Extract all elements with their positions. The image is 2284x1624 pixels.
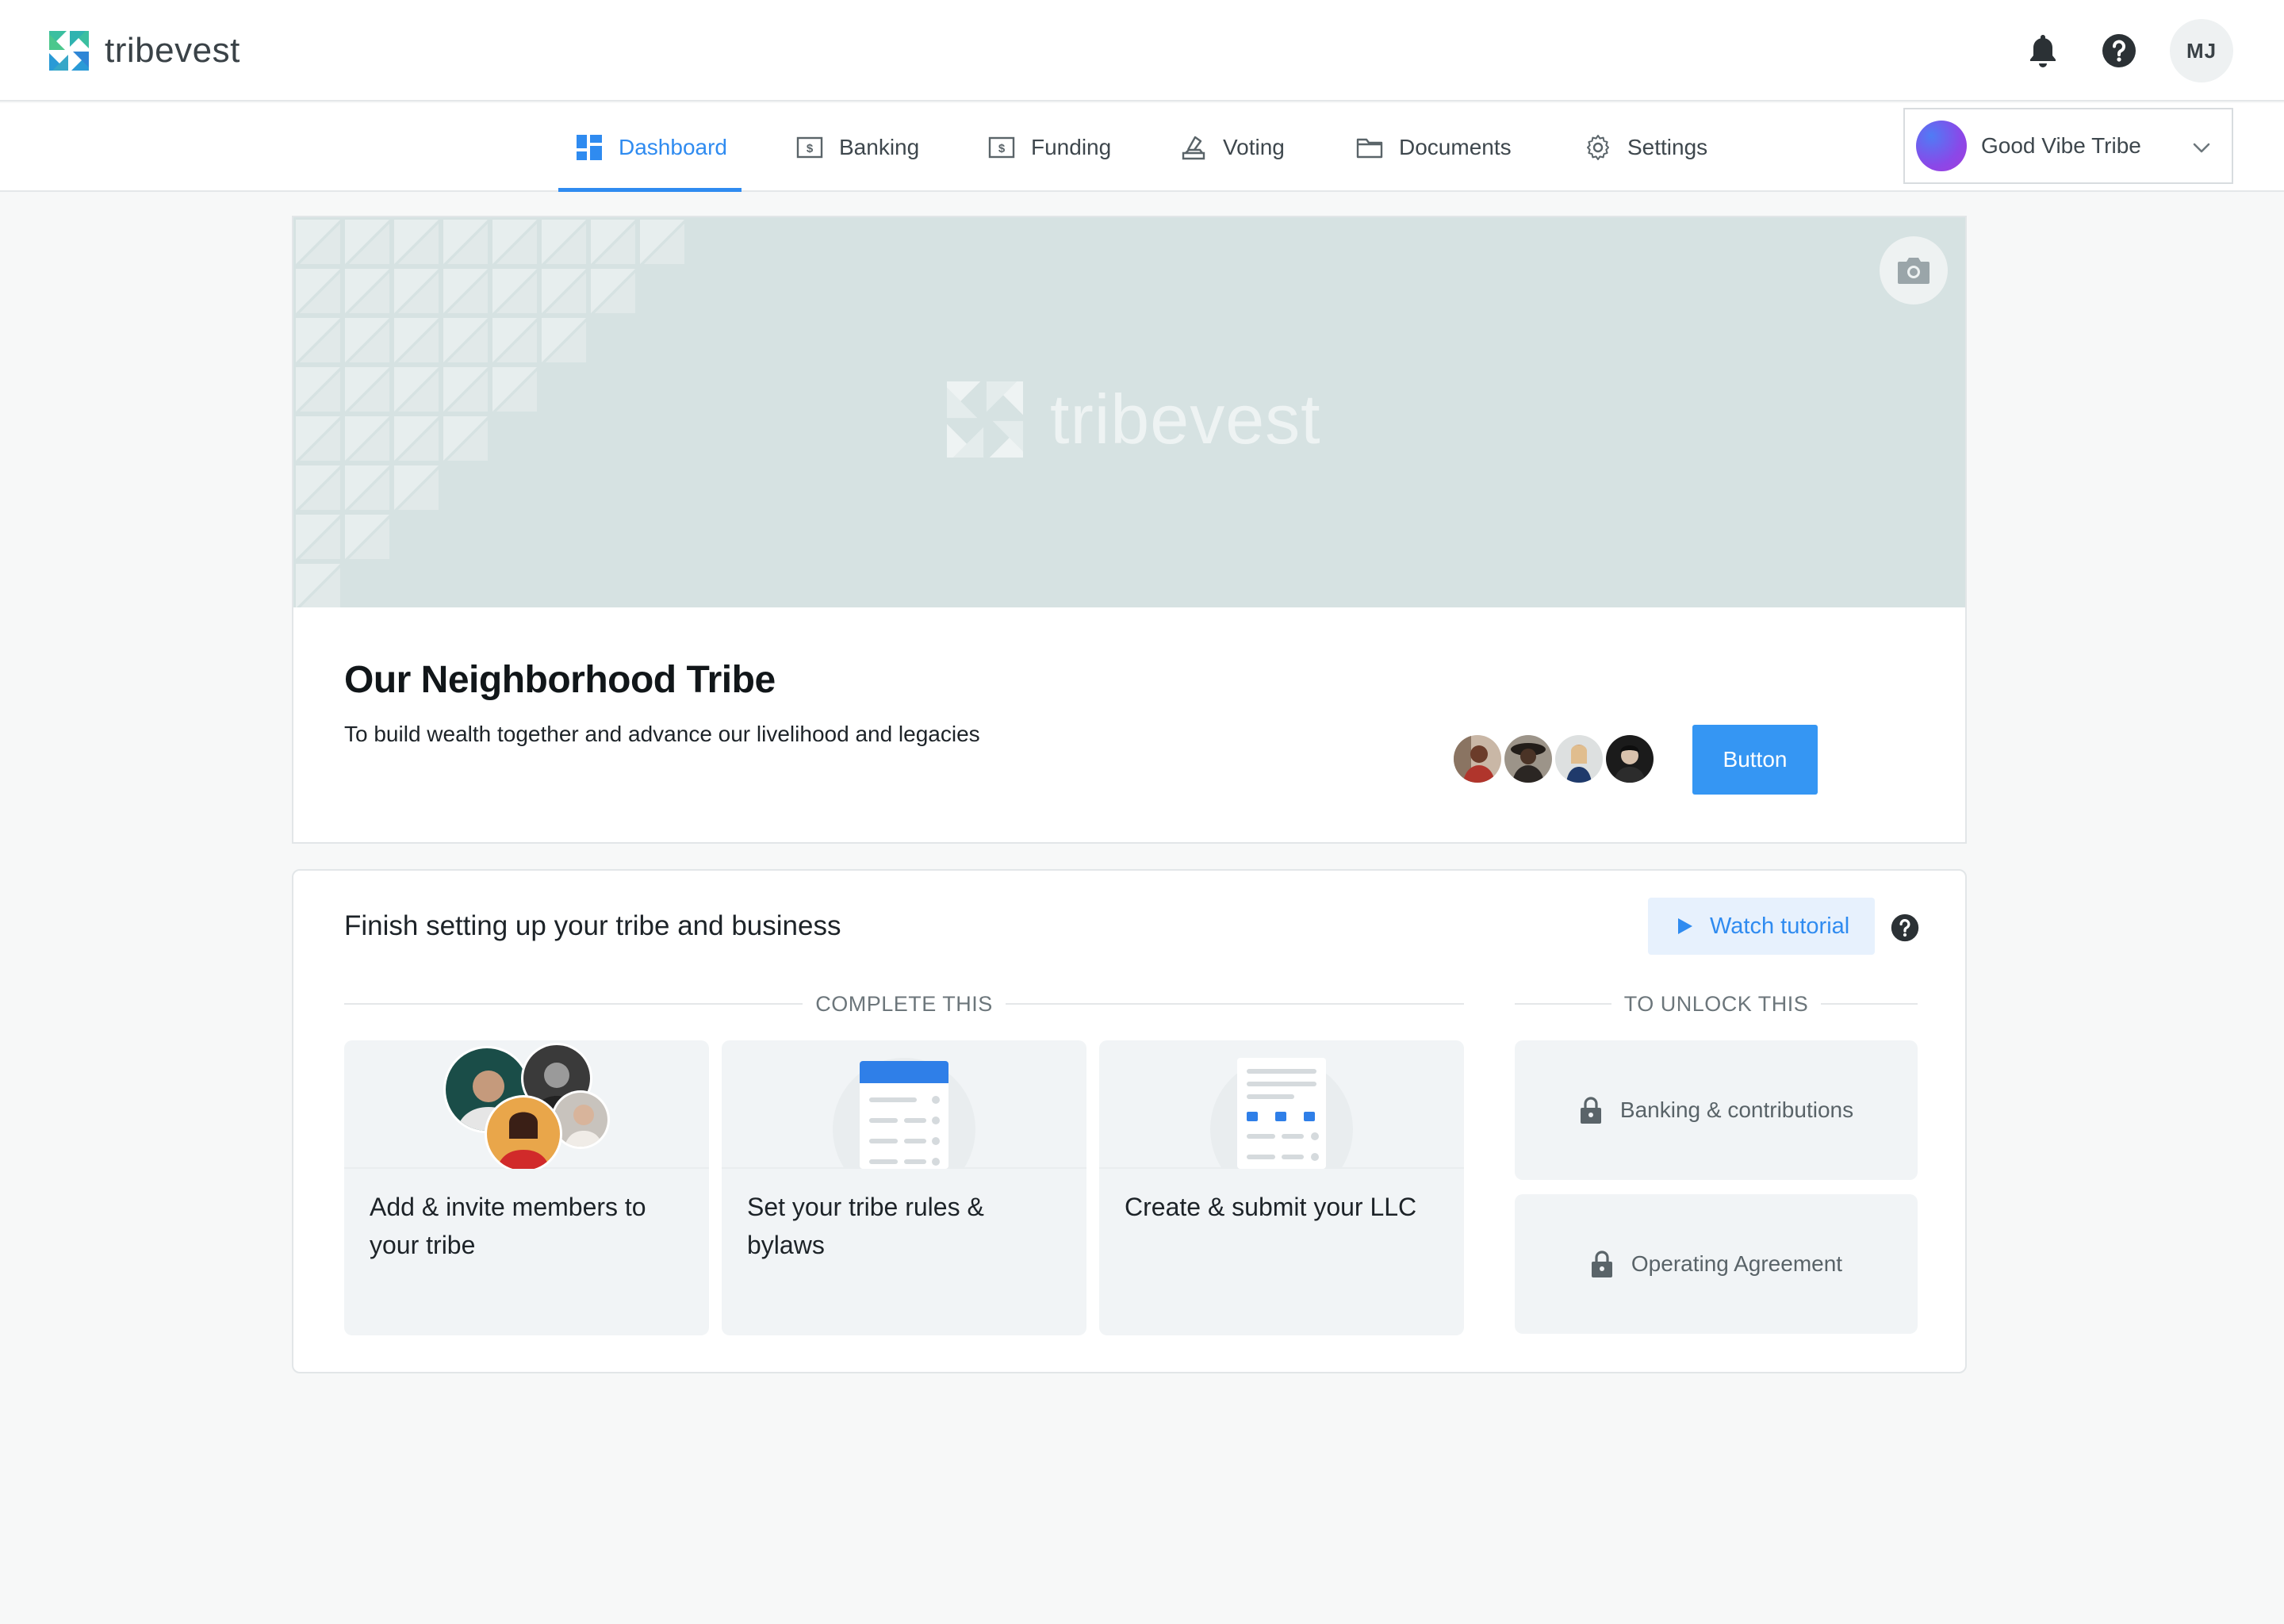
locked-label: Banking & contributions [1619, 1097, 1854, 1122]
tab-banking[interactable]: $ Banking [796, 103, 919, 192]
user-avatar[interactable]: MJ [2170, 19, 2233, 82]
avatar [1502, 733, 1554, 785]
tab-banking-label: Banking [839, 135, 920, 159]
task-invite-members[interactable]: Add & invite members to your tribe [344, 1040, 709, 1335]
camera-icon [1898, 258, 1930, 284]
tab-documents[interactable]: Documents [1356, 103, 1512, 192]
tribe-hero-card: tribevest Our Neighborhood Tribe To buil… [292, 216, 1967, 844]
task-tribe-rules[interactable]: Set your tribe rules & bylaws [722, 1040, 1086, 1335]
change-cover-button[interactable] [1880, 236, 1948, 304]
tab-funding[interactable]: $ Funding [988, 103, 1111, 192]
user-initials: MJ [2186, 38, 2217, 63]
members-illustration [344, 1043, 709, 1169]
brand-name: tribevest [105, 31, 240, 70]
locked-label: Operating Agreement [1631, 1251, 1843, 1276]
tribe-avatar [1916, 121, 1967, 171]
notifications-button[interactable] [2024, 32, 2062, 70]
complete-section-label: COMPLETE THIS [344, 991, 1465, 1017]
ballot-icon [1182, 136, 1205, 160]
tab-settings[interactable]: Settings [1585, 103, 1707, 192]
tab-dashboard[interactable]: Dashboard [558, 103, 742, 192]
task-create-llc[interactable]: Create & submit your LLC [1099, 1040, 1464, 1335]
setup-title: Finish setting up your tribe and busines… [344, 910, 841, 941]
dashboard-icon [577, 135, 602, 160]
tab-settings-label: Settings [1627, 135, 1708, 159]
help-circle-icon[interactable] [1891, 914, 1919, 942]
avatar [1553, 733, 1605, 785]
llc-illustration [1099, 1058, 1464, 1169]
tribe-selector[interactable]: Good Vibe Tribe [1903, 108, 2233, 184]
banner-logo: tribevest [947, 379, 1321, 460]
bylaws-illustration [722, 1058, 1086, 1169]
tribe-selector-value: Good Vibe Tribe [1981, 133, 2141, 158]
locked-operating-agreement: Operating Agreement [1515, 1194, 1918, 1334]
folder-icon [1356, 138, 1383, 159]
lock-icon [1580, 1097, 1601, 1124]
tribevest-logo-icon [947, 381, 1023, 458]
tribe-title: Our Neighborhood Tribe [344, 659, 776, 701]
hero-action-button[interactable]: Button [1692, 725, 1818, 795]
banner-pattern [296, 220, 684, 607]
chevron-down-icon [2193, 143, 2210, 153]
avatar [1604, 733, 1656, 785]
top-bar: tribevest MJ [0, 0, 2284, 102]
setup-card: Finish setting up your tribe and busines… [292, 869, 1967, 1373]
task-label: Add & invite members to your tribe [370, 1193, 646, 1259]
dollar-box-icon: $ [988, 136, 1015, 159]
main-nav: Dashboard $ Banking $ Funding Voting Doc… [0, 103, 2284, 192]
svg-text:$: $ [807, 142, 814, 155]
lock-icon [1591, 1251, 1612, 1277]
svg-text:$: $ [998, 142, 1006, 155]
tribevest-logo-icon [49, 31, 89, 71]
banner-brand-name: tribevest [1050, 380, 1321, 458]
tab-dashboard-label: Dashboard [619, 135, 727, 159]
locked-banking-contributions: Banking & contributions [1515, 1040, 1918, 1180]
task-label: Create & submit your LLC [1125, 1193, 1417, 1221]
dollar-box-icon: $ [796, 136, 823, 159]
tribe-banner: tribevest [293, 217, 1965, 607]
play-icon [1678, 918, 1692, 934]
help-circle-icon [2102, 34, 2136, 67]
unlock-section-label: TO UNLOCK THIS [1515, 991, 1918, 1017]
bell-icon [2030, 35, 2056, 67]
gear-icon [1587, 135, 1609, 160]
brand-logo[interactable]: tribevest [49, 29, 240, 73]
watch-tutorial-button[interactable]: Watch tutorial [1648, 898, 1875, 955]
complete-label: COMPLETE THIS [815, 991, 993, 1016]
avatar [1451, 733, 1504, 785]
tab-voting[interactable]: Voting [1180, 103, 1285, 192]
help-button[interactable] [2100, 32, 2138, 70]
tab-documents-label: Documents [1399, 135, 1512, 159]
tribe-mission: To build wealth together and advance our… [344, 722, 980, 746]
task-label: Set your tribe rules & bylaws [747, 1193, 984, 1259]
unlock-label: TO UNLOCK THIS [1623, 991, 1809, 1016]
tab-voting-label: Voting [1223, 135, 1285, 159]
tab-funding-label: Funding [1031, 135, 1112, 159]
watch-tutorial-label: Watch tutorial [1710, 913, 1850, 939]
